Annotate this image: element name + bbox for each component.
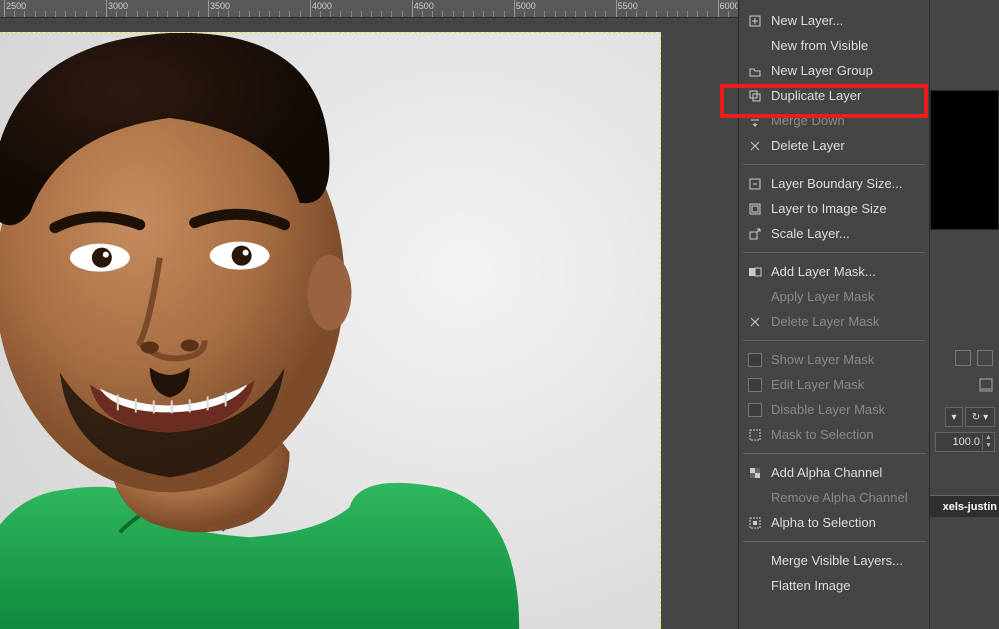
menu-item-flatten-image[interactable]: Flatten Image — [739, 573, 929, 598]
menu-item-label: Merge Visible Layers... — [771, 553, 919, 568]
menu-item-scale-layer[interactable]: Scale Layer... — [739, 221, 929, 246]
duplicate-icon — [747, 88, 763, 104]
blank-icon — [747, 578, 763, 594]
ruler-tick-label: 4500 — [414, 1, 434, 11]
menu-item-apply-layer-mask: Apply Layer Mask — [739, 284, 929, 309]
new-layer-icon — [747, 13, 763, 29]
checkbox-icon — [747, 352, 763, 368]
opacity-value: 100.0 — [936, 436, 982, 448]
blank-icon — [747, 490, 763, 506]
menu-item-label: Flatten Image — [771, 578, 919, 593]
menu-item-mask-to-selection: Mask to Selection — [739, 422, 929, 447]
menu-item-add-layer-mask[interactable]: Add Layer Mask... — [739, 259, 929, 284]
mode-dropdown[interactable]: ▾ — [945, 407, 963, 427]
menu-item-duplicate-layer[interactable]: Duplicate Layer — [739, 83, 929, 108]
scale-icon — [747, 226, 763, 242]
alpha-sel-icon — [747, 515, 763, 531]
checkbox-icon — [747, 377, 763, 393]
image-canvas[interactable] — [0, 32, 661, 629]
ruler-tick-label: 5000 — [516, 1, 536, 11]
menu-item-add-alpha-channel[interactable]: Add Alpha Channel — [739, 460, 929, 485]
ruler-tick-label: 4000 — [312, 1, 332, 11]
menu-item-merge-down: Merge Down — [739, 108, 929, 133]
horizontal-ruler: 2500 3000 3500 4000 4500 5000 5500 6000 — [0, 0, 738, 18]
menu-item-label: Mask to Selection — [771, 427, 919, 442]
ruler-tick-label: 6000 — [720, 1, 738, 11]
layer-context-menu: New Layer... New from Visible New Layer Gr… — [738, 0, 930, 629]
layer-group-icon — [747, 63, 763, 79]
active-layer-name[interactable]: xels-justin — [930, 495, 999, 517]
delete-icon — [747, 138, 763, 154]
menu-separator — [743, 164, 925, 165]
ruler-tick-label: 3500 — [210, 1, 230, 11]
menu-item-show-layer-mask: Show Layer Mask — [739, 347, 929, 372]
menu-item-label: Layer to Image Size — [771, 201, 919, 216]
menu-item-delete-layer[interactable]: Delete Layer — [739, 133, 929, 158]
menu-item-label: New Layer Group — [771, 63, 919, 78]
configure-icon[interactable] — [979, 378, 993, 392]
menu-item-new-layer[interactable]: New Layer... — [739, 8, 929, 33]
opacity-spinner[interactable]: 100.0 ▲▼ — [935, 432, 995, 452]
menu-item-label: Remove Alpha Channel — [771, 490, 919, 505]
menu-separator — [743, 252, 925, 253]
menu-item-label: Apply Layer Mask — [771, 289, 919, 304]
menu-item-layer-boundary-size[interactable]: Layer Boundary Size... — [739, 171, 929, 196]
right-dock: ▾ ↻ ▾ 100.0 ▲▼ xels-justin — [930, 0, 999, 629]
menu-separator — [743, 541, 925, 542]
menu-separator — [743, 453, 925, 454]
menu-item-alpha-to-selection[interactable]: Alpha to Selection — [739, 510, 929, 535]
menu-item-label: Disable Layer Mask — [771, 402, 919, 417]
ruler-tick-label: 3000 — [108, 1, 128, 11]
menu-item-label: New Layer... — [771, 13, 919, 28]
menu-item-new-from-visible[interactable]: New from Visible — [739, 33, 929, 58]
mask-add-icon — [747, 264, 763, 280]
menu-item-merge-visible-layers[interactable]: Merge Visible Layers... — [739, 548, 929, 573]
menu-separator — [743, 340, 925, 341]
dock-dropdown-row: ▾ ↻ ▾ — [930, 405, 999, 429]
menu-item-layer-to-image-size[interactable]: Layer to Image Size — [739, 196, 929, 221]
canvas-area[interactable] — [0, 18, 738, 629]
checkbox-icon — [747, 402, 763, 418]
menu-item-label: Alpha to Selection — [771, 515, 919, 530]
menu-item-label: Show Layer Mask — [771, 352, 919, 367]
menu-item-label: New from Visible — [771, 38, 919, 53]
spinner-arrows-icon[interactable]: ▲▼ — [982, 434, 994, 450]
menu-item-remove-alpha-channel: Remove Alpha Channel — [739, 485, 929, 510]
menu-item-disable-layer-mask: Disable Layer Mask — [739, 397, 929, 422]
navigation-preview[interactable] — [930, 90, 999, 230]
blank-icon — [747, 553, 763, 569]
delete-icon — [747, 314, 763, 330]
menu-item-label: Edit Layer Mask — [771, 377, 919, 392]
menu-item-label: Delete Layer Mask — [771, 314, 919, 329]
menu-item-label: Merge Down — [771, 113, 919, 128]
blank-icon — [747, 38, 763, 54]
menu-item-label: Delete Layer — [771, 138, 919, 153]
menu-item-delete-layer-mask: Delete Layer Mask — [739, 309, 929, 334]
dock-tool-row — [930, 350, 999, 372]
portrait-photo — [0, 33, 660, 629]
mask-sel-icon — [747, 427, 763, 443]
alpha-icon — [747, 465, 763, 481]
menu-item-edit-layer-mask: Edit Layer Mask — [739, 372, 929, 397]
tool-icon[interactable] — [955, 350, 971, 366]
ruler-tick-label: 2500 — [6, 1, 26, 11]
menu-item-label: Scale Layer... — [771, 226, 919, 241]
menu-item-label: Layer Boundary Size... — [771, 176, 919, 191]
history-dropdown[interactable]: ↻ ▾ — [965, 407, 995, 427]
boundary-icon — [747, 176, 763, 192]
tool-icon[interactable] — [977, 350, 993, 366]
layer-filename-fragment: xels-justin — [943, 501, 997, 513]
menu-item-new-layer-group[interactable]: New Layer Group — [739, 58, 929, 83]
opacity-row: 100.0 ▲▼ — [930, 430, 999, 454]
to-image-icon — [747, 201, 763, 217]
menu-item-label: Duplicate Layer — [771, 88, 919, 103]
blank-icon — [747, 289, 763, 305]
menu-item-label: Add Layer Mask... — [771, 264, 919, 279]
menu-item-label: Add Alpha Channel — [771, 465, 919, 480]
merge-down-icon — [747, 113, 763, 129]
ruler-tick-label: 5500 — [618, 1, 638, 11]
